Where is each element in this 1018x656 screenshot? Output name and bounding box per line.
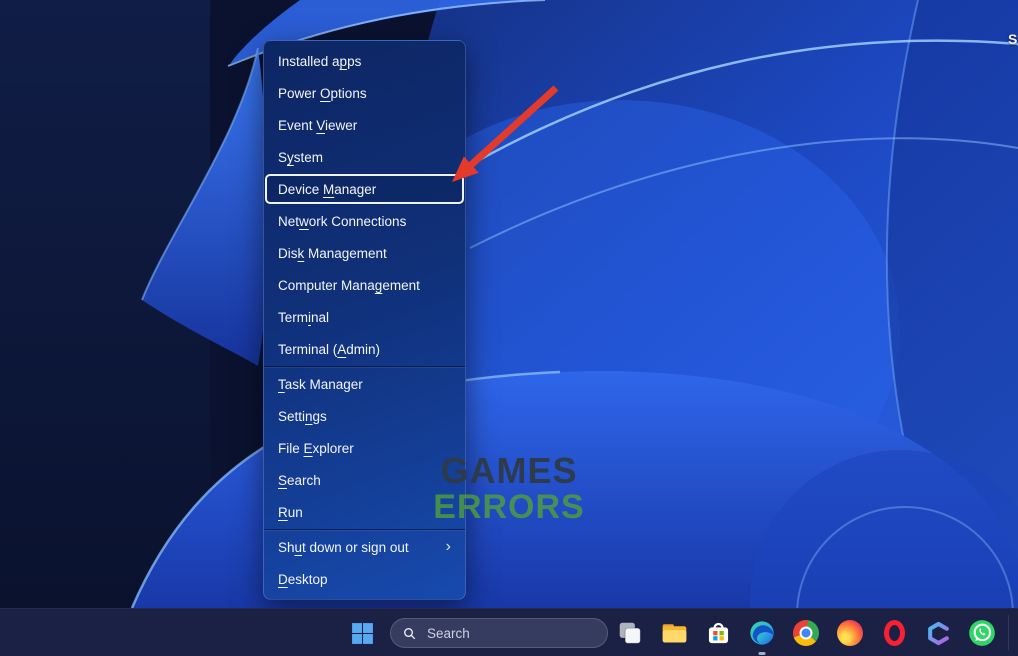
menu-item-file-explorer-label: File Explorer (278, 441, 354, 456)
edge-button[interactable] (744, 615, 780, 651)
winx-context-menu: Installed apps Power Options Event Viewe… (263, 40, 466, 600)
menu-item-disk-management[interactable]: Disk Management (264, 237, 465, 269)
task-view-icon (617, 620, 643, 646)
menu-item-installed-apps-label: Installed apps (278, 54, 361, 69)
task-view-button[interactable] (612, 615, 648, 651)
menu-item-device-manager[interactable]: Device Manager (264, 173, 465, 205)
menu-item-terminal-admin-label: Terminal (Admin) (278, 342, 380, 357)
opera-button[interactable] (876, 615, 912, 651)
menu-item-search-label: Search (278, 473, 321, 488)
menu-item-run[interactable]: Run (264, 496, 465, 528)
search-input[interactable] (425, 625, 595, 642)
firefox-button[interactable] (832, 615, 868, 651)
menu-item-terminal-label: Terminal (278, 310, 329, 325)
microsoft-store-button[interactable] (700, 615, 736, 651)
submenu-chevron-icon: › (446, 539, 451, 555)
taskbar-end-divider (1008, 615, 1009, 650)
menu-separator (264, 366, 465, 367)
desktop-icon-label-cutoff: S (1008, 31, 1017, 47)
menu-item-file-explorer[interactable]: File Explorer (264, 432, 465, 464)
menu-item-system-label: System (278, 150, 323, 165)
menu-item-system[interactable]: System (264, 141, 465, 173)
chrome-icon (793, 620, 819, 646)
menu-item-settings-label: Settings (278, 409, 327, 424)
edge-icon (748, 619, 776, 647)
dev-home-button[interactable] (920, 615, 956, 651)
menu-item-task-manager[interactable]: Task Manager (264, 368, 465, 400)
menu-item-shut-down-or-sign-out-label: Shut down or sign out (278, 540, 409, 555)
menu-item-shut-down-or-sign-out[interactable]: Shut down or sign out › (264, 531, 465, 563)
dev-home-icon (925, 620, 952, 647)
desktop-wallpaper (0, 0, 1018, 608)
firefox-icon (837, 620, 863, 646)
chrome-button[interactable] (788, 615, 824, 651)
whatsapp-icon (968, 619, 996, 647)
menu-item-device-manager-label: Device Manager (278, 182, 376, 197)
whatsapp-button[interactable] (964, 615, 1000, 651)
taskbar (0, 608, 1018, 656)
menu-item-search[interactable]: Search (264, 464, 465, 496)
menu-item-terminal[interactable]: Terminal (264, 301, 465, 333)
menu-item-desktop[interactable]: Desktop (264, 563, 465, 595)
menu-item-event-viewer[interactable]: Event Viewer (264, 109, 465, 141)
opera-icon (884, 620, 905, 646)
windows-logo-icon (350, 621, 375, 646)
menu-item-network-connections-label: Network Connections (278, 214, 406, 229)
menu-item-computer-management[interactable]: Computer Management (264, 269, 465, 301)
menu-item-event-viewer-label: Event Viewer (278, 118, 357, 133)
menu-item-run-label: Run (278, 505, 303, 520)
menu-item-terminal-admin[interactable]: Terminal (Admin) (264, 333, 465, 365)
taskbar-app-icons (612, 615, 1000, 651)
menu-item-power-options[interactable]: Power Options (264, 77, 465, 109)
menu-item-disk-management-label: Disk Management (278, 246, 387, 261)
menu-item-installed-apps[interactable]: Installed apps (264, 45, 465, 77)
running-indicator (759, 652, 766, 655)
menu-item-task-manager-label: Task Manager (278, 377, 363, 392)
microsoft-store-icon (705, 620, 732, 647)
taskbar-search-box[interactable] (390, 618, 608, 648)
menu-separator (264, 529, 465, 530)
menu-item-desktop-label: Desktop (278, 572, 328, 587)
menu-item-network-connections[interactable]: Network Connections (264, 205, 465, 237)
file-explorer-icon (661, 620, 688, 647)
file-explorer-button[interactable] (656, 615, 692, 651)
menu-item-power-options-label: Power Options (278, 86, 367, 101)
menu-item-settings[interactable]: Settings (264, 400, 465, 432)
start-button[interactable] (342, 615, 382, 651)
search-icon (403, 626, 416, 641)
menu-item-computer-management-label: Computer Management (278, 278, 420, 293)
